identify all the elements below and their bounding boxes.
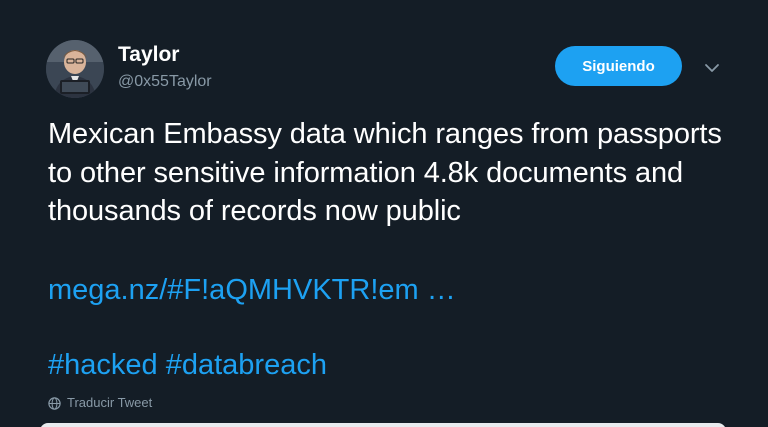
tweet-view: Taylor @0x55Taylor Siguiendo Mexican Emb… [0,0,768,427]
tweet-link[interactable]: mega.nz/#F!aQMHVKTR!em … [48,271,456,309]
translate-label: Traducir Tweet [67,395,153,410]
chevron-down-icon [705,64,719,72]
author-avatar[interactable] [46,40,104,98]
reply-card-edge [40,423,726,427]
hashtag-hacked[interactable]: #hacked [48,349,158,381]
tweet-text: Mexican Embassy data which ranges from p… [48,118,722,227]
author-handle[interactable]: @0x55Taylor [118,72,212,92]
author-display-name[interactable]: Taylor [118,42,179,68]
following-button[interactable]: Siguiendo [555,46,682,86]
globe-icon [48,396,61,410]
hashtag-databreach[interactable]: #databreach [166,349,327,381]
avatar-image [46,40,104,98]
hashtag-list: #hacked #databreach [48,346,327,384]
translate-tweet-link[interactable]: Traducir Tweet [48,394,152,412]
tweet-menu-button[interactable] [702,58,722,78]
